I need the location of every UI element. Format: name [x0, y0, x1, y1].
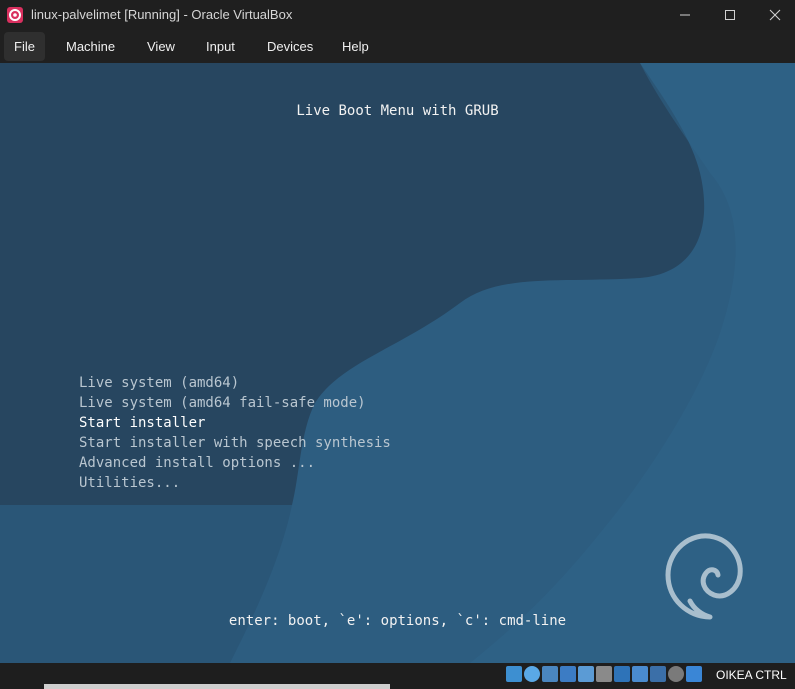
- maximize-button[interactable]: [707, 0, 753, 30]
- boot-menu: Live system (amd64) Live system (amd64 f…: [79, 373, 391, 493]
- window-title: linux-palvelimet [Running] - Oracle Virt…: [31, 7, 293, 22]
- audio-icon[interactable]: [542, 666, 558, 682]
- optical-drive-icon[interactable]: [524, 666, 540, 682]
- boot-entry-live-system[interactable]: Live system (amd64): [79, 373, 391, 393]
- boot-entry-speech-installer[interactable]: Start installer with speech synthesis: [79, 433, 391, 453]
- close-button[interactable]: [752, 0, 795, 30]
- grub-title: Live Boot Menu with GRUB: [296, 103, 499, 119]
- menu-view[interactable]: View: [137, 32, 185, 61]
- menu-bar: File Machine View Input Devices Help: [0, 30, 795, 63]
- keyboard-icon[interactable]: [686, 666, 702, 682]
- maximize-icon: [725, 10, 735, 20]
- recording-icon[interactable]: [632, 666, 648, 682]
- debian-swirl-logo: [665, 533, 743, 620]
- menu-devices[interactable]: Devices: [257, 32, 323, 61]
- display-icon[interactable]: [614, 666, 630, 682]
- menu-machine[interactable]: Machine: [56, 32, 125, 61]
- virtualization-icon[interactable]: [650, 666, 666, 682]
- vm-display[interactable]: Live Boot Menu with GRUB Live system (am…: [0, 63, 795, 663]
- boot-entry-utilities[interactable]: Utilities...: [79, 473, 391, 493]
- host-key-label: OIKEA CTRL: [716, 668, 787, 682]
- usb-icon[interactable]: [578, 666, 594, 682]
- boot-entry-advanced-options[interactable]: Advanced install options ...: [79, 453, 391, 473]
- mouse-integration-icon[interactable]: [668, 666, 684, 682]
- close-icon: [769, 9, 781, 21]
- boot-entry-live-failsafe[interactable]: Live system (amd64 fail-safe mode): [79, 393, 391, 413]
- shared-folders-icon[interactable]: [596, 666, 612, 682]
- title-bar[interactable]: linux-palvelimet [Running] - Oracle Virt…: [0, 0, 795, 30]
- menu-file[interactable]: File: [4, 32, 45, 61]
- menu-help[interactable]: Help: [332, 32, 379, 61]
- menu-input[interactable]: Input: [196, 32, 245, 61]
- boot-entry-start-installer[interactable]: Start installer: [79, 413, 391, 433]
- status-icons: [506, 666, 702, 682]
- minimize-button[interactable]: [662, 0, 708, 30]
- hard-disk-icon[interactable]: [506, 666, 522, 682]
- virtualbox-icon: [7, 7, 23, 23]
- background-window-strip: [44, 684, 390, 689]
- network-icon[interactable]: [560, 666, 576, 682]
- minimize-icon: [680, 14, 690, 16]
